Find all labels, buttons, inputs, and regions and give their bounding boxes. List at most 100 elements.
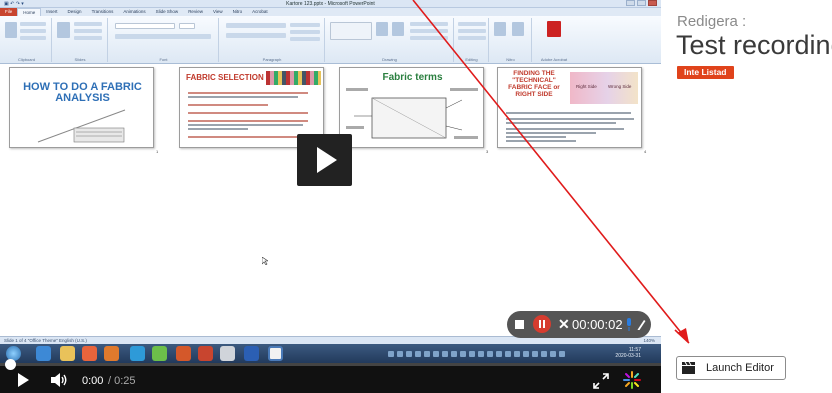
shape-outline-icon xyxy=(410,29,448,33)
big-play-button[interactable] xyxy=(297,134,352,186)
section-icon xyxy=(74,36,102,40)
slide-number: 4 xyxy=(644,149,647,154)
ribbon-group-drawing: Drawing xyxy=(326,18,454,62)
fullscreen-button[interactable] xyxy=(593,373,609,389)
ribbon-group-clipboard: Clipboard xyxy=(2,18,52,62)
align-icons xyxy=(226,33,286,38)
align-text-icon xyxy=(290,30,320,34)
right-side-label: Right Side xyxy=(576,84,597,89)
clock-date: 2020-03-31 xyxy=(615,353,641,359)
ppt-tab-slideshow: Slide Show xyxy=(155,9,179,14)
font-formatting-icons xyxy=(115,34,211,39)
mouse-cursor-icon xyxy=(262,257,268,265)
launch-editor-button[interactable]: Launch Editor xyxy=(676,356,786,380)
bullet-line xyxy=(506,122,616,124)
windows-taskbar: 11:57 2020-03-31 xyxy=(0,344,661,363)
bullet-line xyxy=(506,136,566,138)
smartart-icon xyxy=(290,37,320,41)
window-controls xyxy=(626,0,657,6)
bullet-line xyxy=(188,92,308,94)
powerpoint-taskbar-icon xyxy=(198,346,213,361)
measuring-tape-image xyxy=(37,109,126,143)
ppt-tab-transitions: Transitions xyxy=(91,9,114,14)
recorder-cancel-button[interactable]: ✕ xyxy=(558,315,570,333)
text-direction-icon xyxy=(290,23,320,27)
slide-title: FABRIC SELECTION xyxy=(186,73,264,82)
bullet-line xyxy=(506,118,634,120)
cut-icon xyxy=(20,22,46,26)
bullet-line xyxy=(188,136,306,138)
bullet-line xyxy=(506,140,576,142)
ppt-tab-design: Design xyxy=(67,9,82,14)
slide-number: 3 xyxy=(486,149,489,154)
video-player[interactable]: ▣ ↶ ↷ ▾ Kartore 123.pptx - Microsoft Pow… xyxy=(0,0,661,393)
ppt-window-title: Kartore 123.pptx - Microsoft PowerPoint xyxy=(286,1,375,7)
recorder-stop-button[interactable] xyxy=(515,320,524,329)
slide-title: HOW TO DO A FABRIC ANALYSIS xyxy=(23,81,142,104)
paste-icon xyxy=(5,22,17,38)
new-slide-icon xyxy=(57,22,70,38)
slide-thumbnail-3: Fabric terms xyxy=(339,67,484,148)
copy-icon xyxy=(20,29,46,33)
slide-title: FINDING THE "TECHNICAL" FABRIC FACE or R… xyxy=(508,70,560,98)
bullet-line xyxy=(506,112,631,114)
page-title: Test recording xyxy=(676,30,832,60)
ribbon-group-nitro: Nitro xyxy=(490,18,532,62)
recorder-timer: 00:00:02 xyxy=(572,317,623,332)
app-icon xyxy=(152,346,167,361)
ribbon-group-label: Font xyxy=(159,57,168,62)
font-name-box xyxy=(115,23,175,29)
play-pause-button[interactable] xyxy=(15,372,31,388)
duration: / 0:25 xyxy=(108,375,136,387)
firefox-icon xyxy=(82,346,97,361)
layout-icon xyxy=(74,22,102,26)
bullet-line xyxy=(506,132,596,134)
ribbon-group-paragraph: Paragraph xyxy=(220,18,325,62)
microphone-icon[interactable] xyxy=(625,318,633,331)
chrome-icon xyxy=(130,346,145,361)
recorder-pause-button[interactable] xyxy=(533,315,551,333)
current-time: 0:00 xyxy=(82,375,104,387)
ribbon-group-label: Drawing xyxy=(382,57,397,62)
maximize-icon xyxy=(637,0,646,6)
shape-effects-icon xyxy=(410,36,448,40)
zoom-level: 140% xyxy=(643,338,655,343)
kaltura-logo-icon xyxy=(623,371,641,389)
minimize-icon xyxy=(626,0,635,6)
replace-icon xyxy=(458,29,486,33)
list-icons xyxy=(226,23,286,28)
share-icon xyxy=(494,22,506,36)
ribbon-group-acrobat: Adobe Acrobat xyxy=(533,18,575,62)
ppt-tab-review: Review xyxy=(188,9,203,14)
find-icon xyxy=(458,22,486,26)
ppt-tab-file: File xyxy=(0,8,18,16)
pen-icon[interactable] xyxy=(636,318,646,330)
ppt-tab-view: View xyxy=(212,9,223,14)
fabric-swatches-image xyxy=(266,71,321,85)
format-painter-icon xyxy=(20,36,46,40)
media-player-icon xyxy=(104,346,119,361)
edit-label: Redigera : xyxy=(677,13,747,30)
volume-button[interactable] xyxy=(50,372,68,388)
ppt-ribbon-tabs: File Home Insert Design Transitions Anim… xyxy=(0,8,661,16)
slide-thumbnail-4: FINDING THE "TECHNICAL" FABRIC FACE or R… xyxy=(497,67,642,148)
shapes-gallery xyxy=(330,22,372,40)
page: ▣ ↶ ↷ ▾ Kartore 123.pptx - Microsoft Pow… xyxy=(0,0,832,393)
ppt-tab-animations: Animations xyxy=(123,9,146,14)
ribbon-group-editing: Editing xyxy=(455,18,489,62)
ppt-tab-insert: Insert xyxy=(46,9,58,14)
ppt-ribbon: Clipboard Slides Font Paragraph Drawing … xyxy=(0,16,661,64)
scrubber-handle[interactable] xyxy=(5,359,16,370)
taskbar-clock: 11:57 2020-03-31 xyxy=(615,347,641,359)
upload-icon xyxy=(512,22,524,36)
bullet-line xyxy=(188,128,248,130)
system-tray xyxy=(388,349,608,358)
fabric-face-image: Right Side Wrong Side xyxy=(570,72,638,104)
font-size-box xyxy=(179,23,195,29)
progress-bar[interactable] xyxy=(0,363,661,366)
folder-icon xyxy=(60,346,75,361)
shape-fill-icon xyxy=(410,22,448,26)
ribbon-group-label: Adobe Acrobat xyxy=(540,57,568,62)
create-pdf-icon xyxy=(547,21,561,37)
close-icon xyxy=(648,0,657,6)
